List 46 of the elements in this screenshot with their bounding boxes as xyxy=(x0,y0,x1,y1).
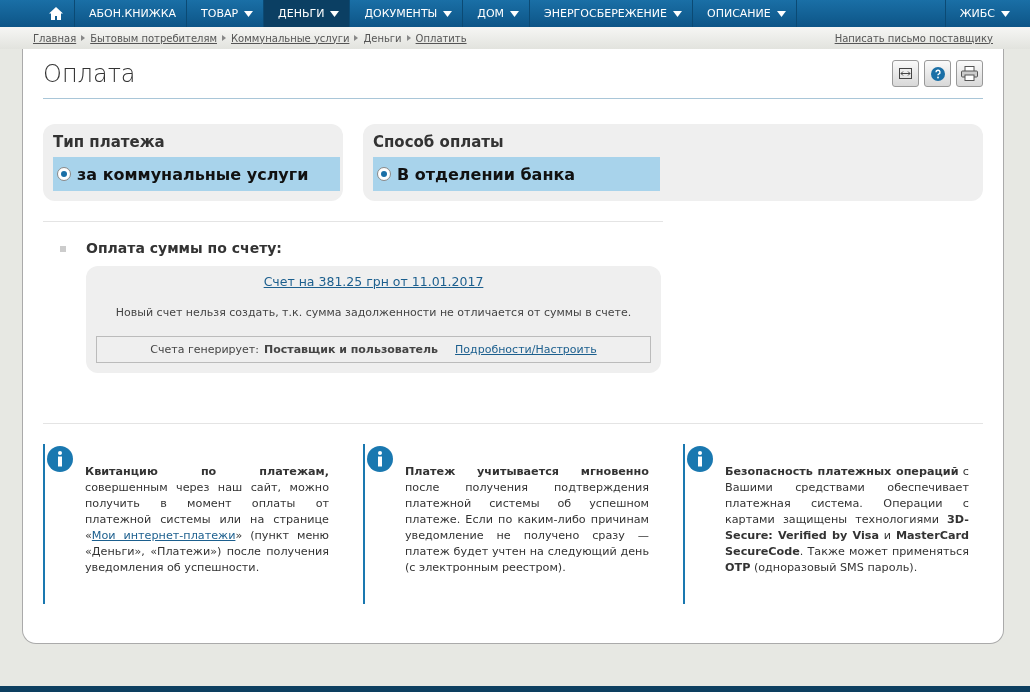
write-to-supplier-link[interactable]: Написать письмо поставщику xyxy=(834,32,993,44)
chevron-icon xyxy=(81,35,86,41)
choice-heading: Способ оплаты xyxy=(373,133,505,151)
print-button[interactable] xyxy=(956,60,983,87)
info-icon xyxy=(687,446,713,472)
caret-icon xyxy=(244,10,254,17)
radio-option[interactable]: за коммунальные услуги xyxy=(53,157,340,191)
page-title: Оплата xyxy=(43,59,137,88)
caret-icon xyxy=(330,10,340,17)
breadcrumb-link[interactable]: Коммунальные услуги xyxy=(231,32,350,44)
settings-link[interactable]: Подробности/Настроить xyxy=(455,343,597,356)
info-text: Квитанцию по платежам, совершенным через наш сайт, можно получить в момент оплаты от платежной системы или на странице «Мои интернет-платежи» (пункт меню «Деньги», «Платежи») после получения уведомления об успешности. xyxy=(85,464,329,576)
help-icon xyxy=(930,66,945,81)
chevron-icon xyxy=(354,35,359,41)
chevron-icon xyxy=(406,35,411,41)
breadcrumb-link[interactable]: Деньги xyxy=(363,32,402,44)
expand-icon xyxy=(899,68,912,79)
radio-icon xyxy=(57,167,71,181)
internet-payments-link[interactable]: Мои интернет-платежи xyxy=(91,529,236,542)
invoice-heading: Оплата суммы по счету: xyxy=(86,240,283,256)
printer-icon xyxy=(961,66,978,81)
breadcrumb-link[interactable]: Бытовым потребителям xyxy=(90,32,217,44)
home-icon xyxy=(48,7,63,20)
radio-icon xyxy=(377,167,391,181)
caret-icon xyxy=(510,10,520,17)
bullet-icon xyxy=(60,246,66,252)
info-text: Платеж учитывается мгновенно после получения подтверждения платежной системы об успешном платеже. Если по каким-либо причинам уведомление не получено сразу — платеж будет учтен на следующий день (с электронным реестром). xyxy=(405,464,649,576)
caret-icon xyxy=(673,10,682,17)
invoice-note: Новый счет нельзя создать, т.к. сумма задолженности не отличается от суммы в счете. xyxy=(115,306,632,319)
invoice-link[interactable]: Счет на 381.25 грн от 11.01.2017 xyxy=(263,274,484,289)
caret-icon xyxy=(443,10,453,17)
info-icon xyxy=(47,446,73,472)
chevron-icon xyxy=(222,35,226,41)
info-icon xyxy=(367,446,393,472)
radio-option[interactable]: В отделении банка xyxy=(373,157,660,191)
choice-heading: Тип платежа xyxy=(53,133,166,151)
caret-icon xyxy=(776,10,786,17)
expand-button[interactable] xyxy=(892,60,919,87)
nav-menu-item[interactable]: ДЕНЬГИ xyxy=(264,0,351,27)
generator-label: Счета генерирует: xyxy=(150,343,259,356)
breadcrumb-link[interactable]: Главная xyxy=(33,32,77,44)
help-button[interactable] xyxy=(924,60,951,87)
generator-value: Поставщик и пользователь xyxy=(263,343,439,356)
caret-icon xyxy=(1001,10,1010,17)
info-text: Безопасность платежных операций с Вашими средствами обеспечивает платежная система. Операции с картами защищены технологиями 3D-Secure: Verified by Visa и MasterCard SecureCode. Также может применяться OTP (одноразовый SMS пароль). xyxy=(725,464,969,576)
breadcrumb-link[interactable]: Оплатить xyxy=(415,32,467,44)
